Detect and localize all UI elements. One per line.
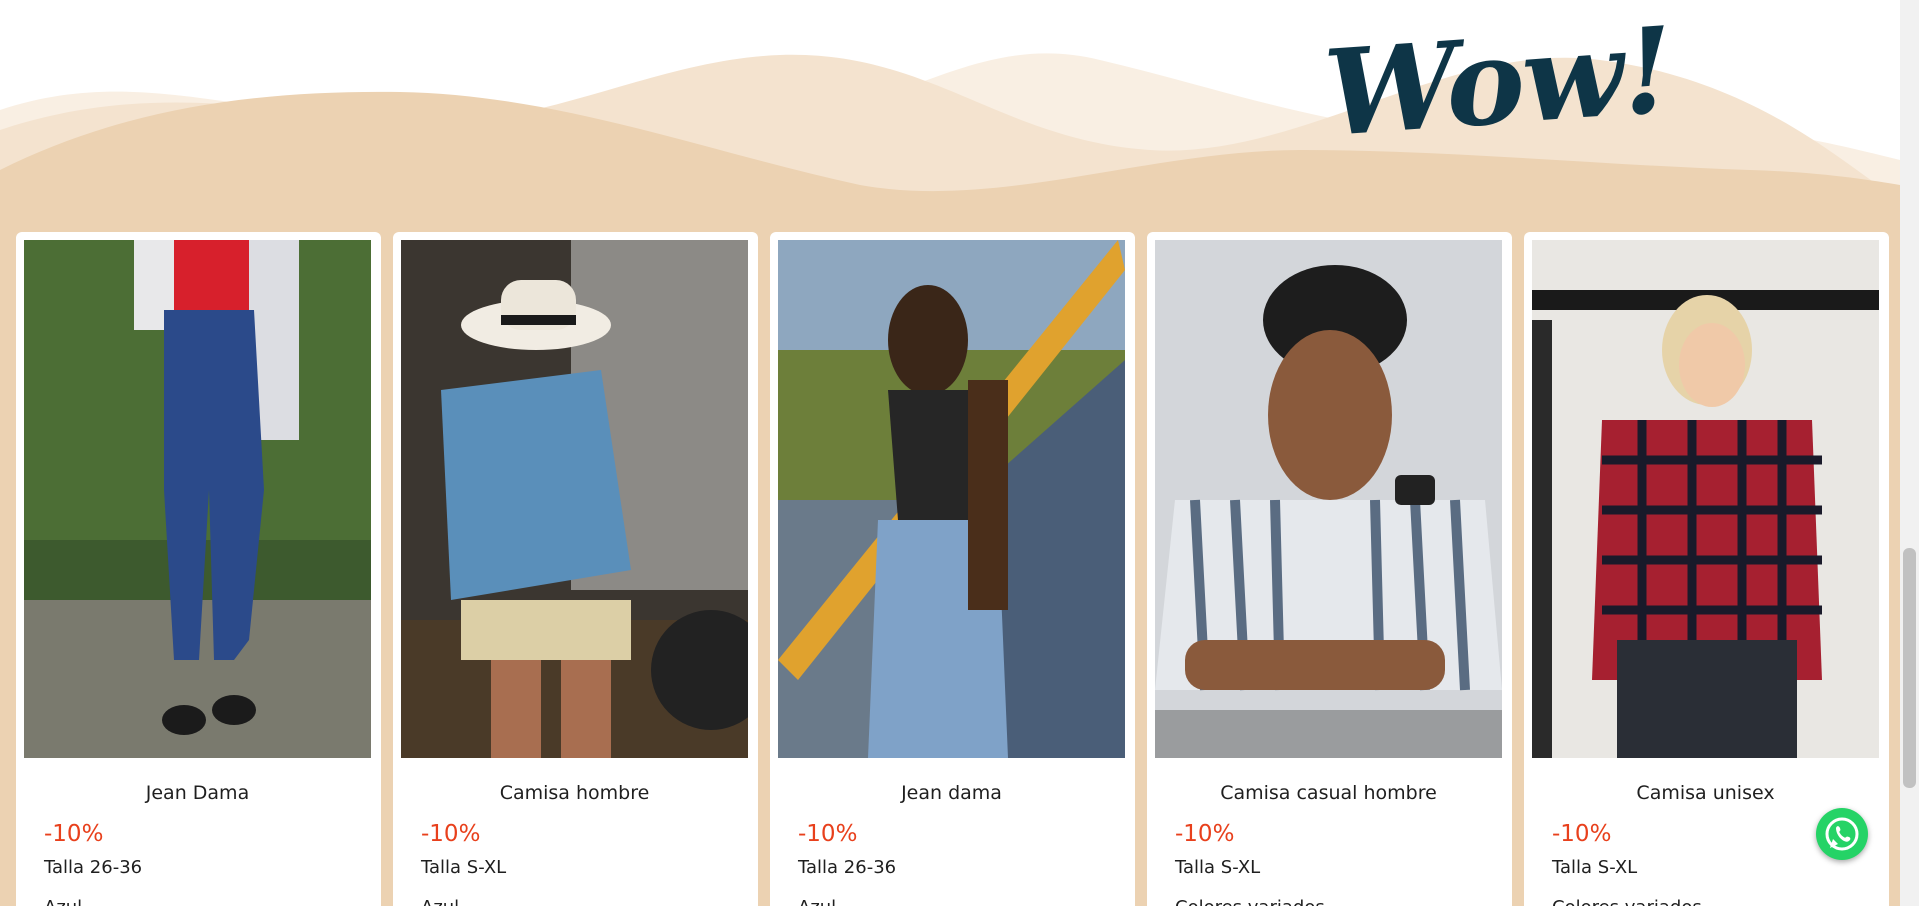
product-card[interactable]: Camisa casual hombre -10% Talla S-XL Col… bbox=[1147, 232, 1512, 906]
product-title[interactable]: Jean dama bbox=[770, 782, 1133, 804]
product-card[interactable]: Jean dama -10% Talla 26-36 Azul bbox=[770, 232, 1135, 906]
product-title[interactable]: Camisa hombre bbox=[393, 782, 756, 804]
product-card[interactable]: Camisa hombre -10% Talla S-XL Azul bbox=[393, 232, 758, 906]
product-color: Colores variados bbox=[1552, 897, 1702, 906]
discount-badge: -10% bbox=[44, 821, 104, 847]
product-title[interactable]: Jean Dama bbox=[16, 782, 379, 804]
product-size: Talla S-XL bbox=[421, 857, 507, 878]
product-grid: Jean Dama -10% Talla 26-36 Azul bbox=[14, 232, 1889, 906]
product-title[interactable]: Camisa unisex bbox=[1524, 782, 1887, 804]
woman-plaid-shirt-photo[interactable] bbox=[1532, 240, 1879, 758]
product-title[interactable]: Camisa casual hombre bbox=[1147, 782, 1510, 804]
product-card[interactable]: Jean Dama -10% Talla 26-36 Azul bbox=[16, 232, 381, 906]
product-color: Azul bbox=[44, 897, 82, 906]
man-striped-shirt-photo[interactable] bbox=[1155, 240, 1502, 758]
woman-stairs-photo[interactable] bbox=[778, 240, 1125, 758]
product-size: Talla 26-36 bbox=[798, 857, 897, 878]
product-color: Azul bbox=[421, 897, 459, 906]
discount-badge: -10% bbox=[798, 821, 858, 847]
product-color: Colores variados bbox=[1175, 897, 1325, 906]
product-size: Talla S-XL bbox=[1552, 857, 1638, 878]
product-card[interactable]: Camisa unisex -10% Talla S-XL Colores va… bbox=[1524, 232, 1889, 906]
scrollbar-thumb[interactable] bbox=[1903, 548, 1916, 788]
product-color: Azul bbox=[798, 897, 836, 906]
product-size: Talla S-XL bbox=[1175, 857, 1261, 878]
whatsapp-button[interactable] bbox=[1816, 808, 1868, 860]
whatsapp-icon bbox=[1825, 817, 1859, 851]
product-size: Talla 26-36 bbox=[44, 857, 143, 878]
discount-badge: -10% bbox=[1552, 821, 1612, 847]
man-hat-shirt-photo[interactable] bbox=[401, 240, 748, 758]
discount-badge: -10% bbox=[421, 821, 481, 847]
woman-jeans-photo[interactable] bbox=[24, 240, 371, 758]
discount-badge: -10% bbox=[1175, 821, 1235, 847]
product-section: Wow! Jean Dama -10% Talla 26-36 Azul bbox=[0, 0, 1900, 906]
wow-heading: Wow! bbox=[1320, 0, 1677, 163]
